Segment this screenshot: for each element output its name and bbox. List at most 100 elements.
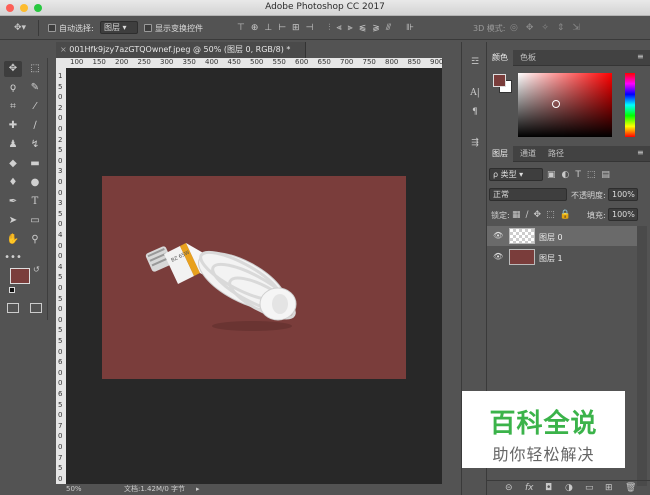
visibility-eye-icon[interactable]: 👁 [493,231,503,240]
color-field[interactable] [518,73,612,137]
layer-filter-dropdown[interactable]: ρ 类型 ▾ [489,168,543,181]
ruler-tick-label: 5 [58,337,63,345]
new-group-icon[interactable]: ▭ [585,482,594,494]
layer-row[interactable]: 👁 图层 0 [487,226,637,246]
hue-slider[interactable] [625,73,635,137]
ruler-tick-label: 5 [58,326,63,335]
zoom-tool-icon[interactable]: ⚲ [26,232,44,248]
layers-scrollbar[interactable] [637,226,647,486]
layers-footer: ⊝ fx ◘ ◑ ▭ ⊞ 🗑 [487,480,650,495]
pen-tool-icon[interactable]: ✒ [4,194,22,210]
hand-tool-icon[interactable]: ✋ [4,232,22,248]
ruler-tick-label: 250 [137,58,151,66]
eraser-tool-icon[interactable]: ◆ [4,156,22,172]
close-tab-icon[interactable]: × [60,45,67,54]
ruler-tick-label: 700 [340,58,354,66]
ruler-tick-label: 100 [70,58,84,66]
ruler-tick-label: 6 [58,390,63,398]
mode-3d-label: 3D 模式: [473,24,506,33]
ruler-tick-label: 2 [58,135,63,144]
add-mask-icon[interactable]: ◘ [545,482,552,494]
swap-colors-icon[interactable]: ↺ [33,265,40,274]
quick-select-tool-icon[interactable]: ✎ [26,80,44,96]
brush-tool-icon[interactable]: ∕ [26,118,44,134]
tab-layers[interactable]: 图层 [487,146,513,162]
layer-row[interactable]: 👁 图层 1 [487,247,637,267]
blend-mode-dropdown[interactable]: 正常 [489,188,567,201]
tab-color[interactable]: 颜色 [487,50,513,66]
paragraph-panel-icon[interactable]: ¶ [468,106,482,118]
history-panel-icon[interactable]: ☲ [468,56,482,68]
ruler-tick-label: 5 [58,400,63,409]
layer-style-button[interactable]: fx [525,482,534,494]
document-tab-title: 001Hfk9jzy7azGTQOwnef.jpeg @ 50% (图层 0, … [69,45,291,54]
ruler-tick-label: 400 [205,58,219,66]
auto-select-label: 自动选择: [59,24,94,33]
ruler-tick-label: 900 [430,58,444,66]
status-menu-icon[interactable]: ▸ [196,484,200,495]
tab-swatches[interactable]: 色板 [515,50,541,66]
path-select-tool-icon[interactable]: ➤ [4,213,22,229]
ruler-tick-label: 300 [160,58,174,66]
panel-menu-icon[interactable]: ≡ [637,148,644,157]
align-distribute-icons[interactable]: ⊤⊕⊥⊢⊞⊣ ⫶⫷⫸⫹⫺⫻ ⊪ [237,22,437,34]
type-tool-icon[interactable]: T [26,194,44,210]
clone-stamp-tool-icon[interactable]: ♟ [4,137,22,153]
options-bar: ✥▾ 自动选择: 图层 ▾ 显示变换控件 ⊤⊕⊥⊢⊞⊣ ⫶⫷⫸⫹⫺⫻ ⊪ 3D … [0,16,650,40]
ruler-tick-label: 0 [58,411,63,420]
healing-brush-tool-icon[interactable]: ✚ [4,118,22,134]
rectangle-tool-icon[interactable]: ▭ [26,213,44,229]
ruler-tick-label: 0 [58,474,63,483]
ruler-tick-label: 0 [58,114,63,123]
document-tab[interactable]: × 001Hfk9jzy7azGTQOwnef.jpeg @ 50% (图层 0… [56,42,306,58]
screen-mode-icon[interactable] [30,303,42,313]
quick-mask-icon[interactable] [7,303,19,313]
layer-name[interactable]: 图层 1 [539,253,563,264]
3d-mode-icons[interactable]: ◎✥✧⇕⇲ [510,22,630,34]
delete-layer-icon[interactable]: 🗑 [625,482,636,494]
auto-select-dropdown[interactable]: 图层 ▾ [100,21,138,34]
watermark-title: 百科全说 [489,409,598,439]
ruler-tick-label: 0 [58,178,63,186]
move-tool-icon[interactable]: ✥ [4,61,22,77]
dodge-tool-icon[interactable]: ● [26,175,44,191]
opacity-input[interactable]: 100% [608,188,638,201]
properties-panel-icon[interactable]: ⇶ [468,137,482,149]
move-tool-preset-icon[interactable]: ✥▾ [12,22,28,34]
eyedropper-tool-icon[interactable]: ⁄ [26,99,44,115]
layer-name[interactable]: 图层 0 [539,232,563,243]
history-brush-tool-icon[interactable]: ↯ [26,137,44,153]
zoom-level[interactable]: 50% [66,484,82,495]
light-bulb-image: BZ 65W [145,243,297,331]
ruler-tick-label: 5 [58,273,63,282]
gradient-tool-icon[interactable]: ▬ [26,156,44,172]
panel-menu-icon[interactable]: ≡ [637,52,644,61]
adjustment-layer-icon[interactable]: ◑ [565,482,573,494]
lasso-tool-icon[interactable]: ϙ [4,80,22,96]
ruler-tick-label: 350 [182,58,196,66]
auto-select-checkbox[interactable] [48,24,56,32]
character-panel-icon[interactable]: A| [468,87,482,99]
color-panel: 颜色 色板 ≡ [487,50,650,145]
new-layer-icon[interactable]: ⊞ [605,482,613,494]
ruler-tick-label: 0 [58,252,63,261]
fill-input[interactable]: 100% [608,208,638,221]
marquee-tool-icon[interactable]: ⬚ [26,61,44,77]
show-transform-checkbox[interactable] [144,24,152,32]
crop-tool-icon[interactable]: ⌗ [4,99,22,115]
tab-paths[interactable]: 路径 [543,146,569,162]
more-tools-icon[interactable]: ••• [4,250,22,266]
lock-icons[interactable]: ▦∕✥⬚🔒 [512,209,584,221]
color-picker-marker[interactable] [552,100,560,108]
link-layers-icon[interactable]: ⊝ [505,482,513,494]
visibility-eye-icon[interactable]: 👁 [493,252,503,261]
blur-tool-icon[interactable]: ♦ [4,175,22,191]
default-colors-icon[interactable] [9,287,15,293]
color-panel-foreground[interactable] [493,74,506,87]
layer-filter-icons[interactable]: ▣◐T⬚▤ [547,169,637,181]
canvas[interactable]: BZ 65W [102,176,406,379]
document-info[interactable]: 文档:1.42M/0 字节 [124,484,185,495]
foreground-color-swatch[interactable] [10,268,30,284]
tab-channels[interactable]: 通道 [515,146,541,162]
layers-panel-tabbar: 图层 通道 路径 ≡ [487,146,650,162]
